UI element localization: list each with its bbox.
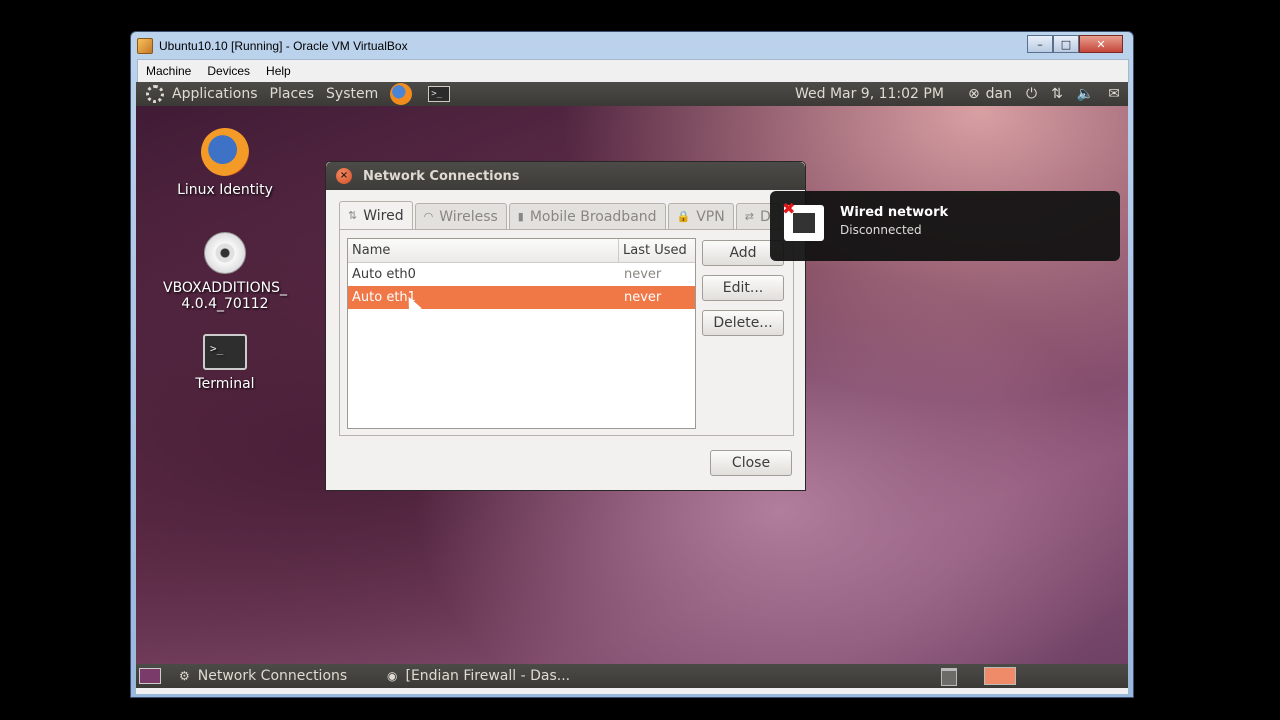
terminal-icon: >_ xyxy=(203,334,247,370)
dsl-icon: ⇄ xyxy=(744,210,754,223)
dialog-close-icon[interactable]: × xyxy=(336,168,352,184)
virtualbox-app-icon xyxy=(137,38,153,54)
taskbar-item-endian-firewall[interactable]: ◉ [Endian Firewall - Das... xyxy=(381,664,581,688)
terminal-launcher-icon[interactable]: >_ xyxy=(428,86,451,102)
menu-help[interactable]: Help xyxy=(266,64,291,78)
notification-title: Wired network xyxy=(840,205,949,220)
menu-machine[interactable]: Machine xyxy=(146,64,191,78)
desktop-icon-label: Linux Identity xyxy=(177,182,273,198)
trash-icon[interactable] xyxy=(941,668,957,686)
virtualbox-titlebar[interactable]: Ubuntu10.10 [Running] - Oracle VM Virtua… xyxy=(137,35,1127,57)
top-panel: Applications Places System >_ Wed Mar 9,… xyxy=(136,82,1128,106)
status-x-icon[interactable]: ⊗ xyxy=(968,86,980,102)
ubuntu-logo-icon[interactable] xyxy=(146,85,164,103)
menu-system[interactable]: System xyxy=(326,86,378,102)
lock-icon: 🔒 xyxy=(676,210,691,223)
tab-vpn[interactable]: 🔒 VPN xyxy=(667,203,734,229)
notification-body: Disconnected xyxy=(840,223,922,237)
desktop-icon-terminal[interactable]: >_ Terminal xyxy=(160,334,290,392)
network-icon[interactable]: ⇅ xyxy=(1051,86,1063,102)
maximize-button[interactable]: □ xyxy=(1053,35,1079,53)
connections-list[interactable]: Name Last Used Auto eth0 never Auto eth1… xyxy=(347,238,696,429)
desktop-icon-vboxadditions[interactable]: VBOXADDITIONS_ 4.0.4_70112 xyxy=(160,232,290,312)
edit-button[interactable]: Edit... xyxy=(702,275,784,301)
list-header: Name Last Used xyxy=(348,239,695,263)
notification-bubble[interactable]: ✖ Wired network Disconnected xyxy=(770,191,1120,261)
firefox-icon xyxy=(201,128,249,176)
delete-button[interactable]: Delete... xyxy=(702,310,784,336)
column-last-used[interactable]: Last Used xyxy=(619,239,695,262)
network-connections-icon: ⚙ xyxy=(179,669,190,683)
connection-tabs: ⇅ Wired ◠ Wireless ▮ Mobile Broadband 🔒 VPN … xyxy=(339,201,782,229)
tab-wireless[interactable]: ◠ Wireless xyxy=(414,203,507,229)
menu-devices[interactable]: Devices xyxy=(207,64,250,78)
clock[interactable]: Wed Mar 9, 11:02 PM xyxy=(795,86,944,102)
connection-name: Auto eth0 xyxy=(352,267,416,282)
taskbar-item-network-connections[interactable]: ⚙ Network Connections xyxy=(173,664,373,688)
guest-desktop[interactable]: Applications Places System >_ Wed Mar 9,… xyxy=(136,82,1128,694)
wireless-icon: ◠ xyxy=(423,210,434,223)
window-title: Ubuntu10.10 [Running] - Oracle VM Virtua… xyxy=(159,39,408,53)
list-item-selected[interactable]: Auto eth1 never xyxy=(348,286,695,309)
firefox-launcher-icon[interactable] xyxy=(390,83,413,105)
close-button[interactable]: Close xyxy=(710,450,792,476)
virtualbox-menubar: Machine Devices Help xyxy=(137,59,1129,83)
connection-last-used: never xyxy=(624,267,662,282)
wired-icon: ⇅ xyxy=(348,209,358,222)
bottom-panel: ⚙ Network Connections ◉ [Endian Firewall… xyxy=(136,664,1128,688)
minimize-button[interactable]: – xyxy=(1027,35,1053,53)
virtualbox-statusbar xyxy=(136,688,1128,694)
tab-mobile-broadband[interactable]: ▮ Mobile Broadband xyxy=(508,203,666,229)
menu-places[interactable]: Places xyxy=(270,86,315,102)
connection-last-used: never xyxy=(624,290,662,305)
wired-disconnected-icon: ✖ xyxy=(782,199,824,241)
mail-icon[interactable]: ✉ xyxy=(1108,86,1120,102)
desktop-icon-linux-identity[interactable]: Linux Identity xyxy=(160,128,290,198)
volume-icon[interactable]: 🔈 xyxy=(1077,86,1094,102)
network-connections-dialog: × Network Connections ⇅ Wired ◠ Wireless ▮… xyxy=(325,161,806,491)
show-desktop-icon[interactable] xyxy=(139,668,161,684)
workspace-switcher[interactable] xyxy=(984,667,1016,685)
close-window-button[interactable]: ✕ xyxy=(1079,35,1123,53)
menu-applications[interactable]: Applications xyxy=(172,86,258,102)
dialog-titlebar[interactable]: × Network Connections xyxy=(326,162,805,190)
desktop-icon-label: Terminal xyxy=(195,376,255,392)
cd-icon xyxy=(204,232,246,274)
list-item[interactable]: Auto eth0 never xyxy=(348,263,695,286)
firefox-icon: ◉ xyxy=(387,669,398,683)
signal-icon: ▮ xyxy=(517,210,524,223)
connection-name: Auto eth1 xyxy=(352,290,416,305)
wired-tab-pane: Name Last Used Auto eth0 never Auto eth1… xyxy=(339,229,794,436)
user-name[interactable]: dan xyxy=(986,86,1012,102)
tab-wired[interactable]: ⇅ Wired xyxy=(339,201,413,229)
power-icon[interactable]: ⏻ xyxy=(1026,86,1037,102)
column-name[interactable]: Name xyxy=(348,239,619,262)
dialog-title: Network Connections xyxy=(363,168,520,184)
desktop-icon-label: VBOXADDITIONS_ 4.0.4_70112 xyxy=(163,280,287,312)
